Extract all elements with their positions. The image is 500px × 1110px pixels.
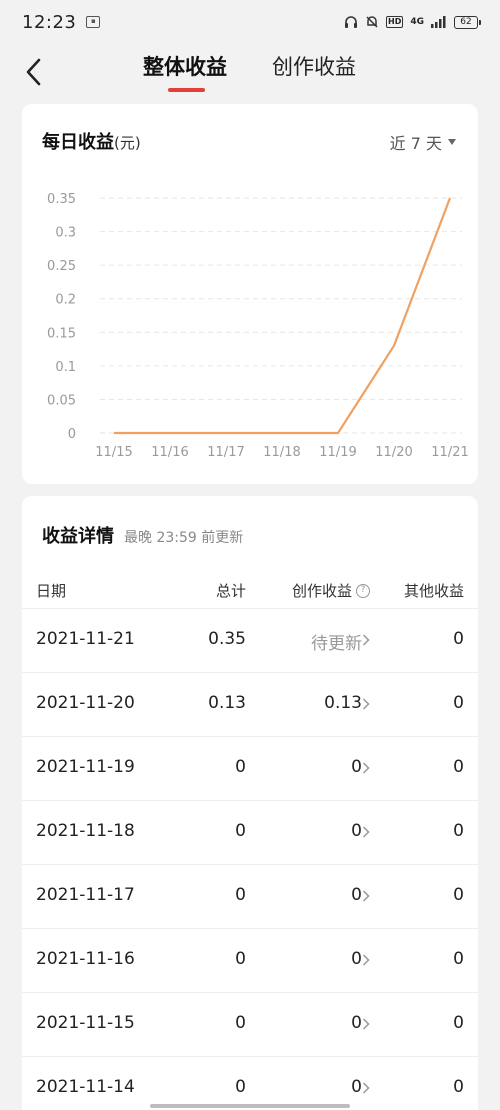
- table-row[interactable]: 2021-11-15 0 0 0: [22, 992, 478, 1056]
- row-date: 2021-11-15: [36, 1013, 135, 1033]
- table-row[interactable]: 2021-11-18 0 0 0: [22, 800, 478, 864]
- row-other: 0: [453, 949, 464, 969]
- row-date: 2021-11-14: [36, 1077, 135, 1097]
- hd-badge: HD: [386, 16, 404, 28]
- table-row[interactable]: 2021-11-17 0 0 0: [22, 864, 478, 928]
- row-total: 0.13: [208, 693, 246, 713]
- earnings-details-card: 收益详情 最晚 23:59 前更新 日期 总计 创作收益 ? 其他收益 2021…: [22, 496, 478, 1110]
- row-creation[interactable]: 0.13: [324, 693, 362, 713]
- row-other: 0: [453, 693, 464, 713]
- row-other: 0: [453, 885, 464, 905]
- details-header: 收益详情 最晚 23:59 前更新: [42, 522, 243, 548]
- row-other: 0: [453, 1077, 464, 1097]
- chevron-right-icon: [362, 762, 370, 774]
- column-creation: 创作收益 ?: [292, 580, 370, 601]
- y-tick-label: 0.05: [47, 393, 76, 408]
- row-date: 2021-11-17: [36, 885, 135, 905]
- row-total: 0: [235, 821, 246, 841]
- row-creation[interactable]: 待更新: [311, 629, 362, 654]
- row-creation[interactable]: 0: [351, 821, 362, 841]
- row-total: 0.35: [208, 629, 246, 649]
- table-row[interactable]: 2021-11-20 0.13 0.13 0: [22, 672, 478, 736]
- home-indicator[interactable]: [150, 1104, 350, 1108]
- battery-icon: 62: [454, 15, 481, 29]
- status-right: HD 4G 62: [344, 15, 481, 29]
- chevron-right-icon: [362, 826, 370, 838]
- table-row[interactable]: 2021-11-21 0.35 待更新 0: [22, 608, 478, 672]
- details-title: 收益详情: [42, 526, 114, 547]
- table-header: 日期 总计 创作收益 ? 其他收益: [22, 568, 478, 612]
- row-other: 0: [453, 629, 464, 649]
- row-date: 2021-11-16: [36, 949, 135, 969]
- tab-creation-earnings[interactable]: 创作收益: [272, 50, 356, 84]
- row-date: 2021-11-18: [36, 821, 135, 841]
- mute-bell-icon: [365, 15, 379, 29]
- help-icon[interactable]: ?: [356, 583, 370, 598]
- details-subtitle: 最晚 23:59 前更新: [124, 530, 244, 546]
- x-tick-label: 11/19: [319, 445, 356, 460]
- table-row[interactable]: 2021-11-19 0 0 0: [22, 736, 478, 800]
- daily-earnings-card: 每日收益(元) 近 7 天 0 0.05 0.1 0.15 0.2 0.25 0.3 0.35…: [22, 104, 478, 484]
- chevron-right-icon: [362, 1018, 370, 1030]
- x-tick-label: 11/20: [375, 445, 412, 460]
- row-total: 0: [235, 949, 246, 969]
- x-tick-label: 11/15: [95, 445, 132, 460]
- y-tick-label: 0.1: [55, 360, 76, 375]
- back-button[interactable]: [18, 54, 48, 90]
- headphones-icon: [344, 15, 358, 29]
- row-other: 0: [453, 821, 464, 841]
- signal-icon: [431, 16, 447, 28]
- series-line: [114, 197, 452, 435]
- column-other: 其他收益: [403, 582, 464, 600]
- y-tick-label: 0.35: [47, 192, 76, 207]
- row-other: 0: [453, 1013, 464, 1033]
- x-tick-label: 11/16: [151, 445, 188, 460]
- status-time: 12:23: [22, 11, 77, 33]
- chevron-left-icon: [26, 58, 41, 86]
- tab-overall-earnings[interactable]: 整体收益: [143, 50, 227, 84]
- row-total: 0: [235, 1013, 246, 1033]
- column-date: 日期: [36, 582, 67, 600]
- row-total: 0: [235, 757, 246, 777]
- row-creation[interactable]: 0: [351, 885, 362, 905]
- row-other: 0: [453, 757, 464, 777]
- row-total: 0: [235, 1077, 246, 1097]
- table-row[interactable]: 2021-11-14 0 0 0: [22, 1056, 478, 1110]
- row-creation[interactable]: 0: [351, 757, 362, 777]
- y-tick-label: 0.2: [55, 293, 76, 308]
- row-creation[interactable]: 0: [351, 1013, 362, 1033]
- row-total: 0: [235, 885, 246, 905]
- y-tick-label: 0.15: [47, 326, 76, 341]
- row-creation[interactable]: 0: [351, 949, 362, 969]
- active-tab-indicator: [168, 88, 205, 92]
- header: 整体收益 创作收益: [0, 44, 500, 100]
- status-bar: 12:23 ▪ HD 4G 62: [0, 0, 500, 44]
- y-tick-label: 0.3: [55, 226, 76, 241]
- y-tick-label: 0.25: [47, 259, 76, 274]
- details-rows: 2021-11-21 0.35 待更新 0 2021-11-20 0.13 0.13 0 202…: [22, 608, 478, 1110]
- column-total: 总计: [215, 582, 246, 600]
- network-type: 4G: [410, 17, 424, 27]
- y-tick-label: 0: [68, 427, 76, 442]
- chevron-right-icon: [362, 890, 370, 902]
- earnings-line-chart: 0 0.05 0.1 0.15 0.2 0.25 0.3 0.35 11/15 11/16 11/1…: [47, 192, 469, 460]
- row-date: 2021-11-20: [36, 693, 135, 713]
- table-row[interactable]: 2021-11-16 0 0 0: [22, 928, 478, 992]
- row-date: 2021-11-19: [36, 757, 135, 777]
- chevron-right-icon: [362, 634, 370, 646]
- status-left: 12:23 ▪: [22, 11, 101, 33]
- row-date: 2021-11-21: [36, 629, 135, 649]
- column-creation-label: 创作收益: [291, 582, 352, 600]
- x-tick-label: 11/21: [431, 445, 468, 460]
- chevron-right-icon: [362, 698, 370, 710]
- row-creation[interactable]: 0: [351, 1077, 362, 1097]
- chevron-right-icon: [362, 1082, 370, 1094]
- app-notification-icon: ▪: [86, 16, 101, 28]
- x-tick-label: 11/17: [207, 445, 244, 460]
- chevron-right-icon: [362, 954, 370, 966]
- x-tick-label: 11/18: [263, 445, 300, 460]
